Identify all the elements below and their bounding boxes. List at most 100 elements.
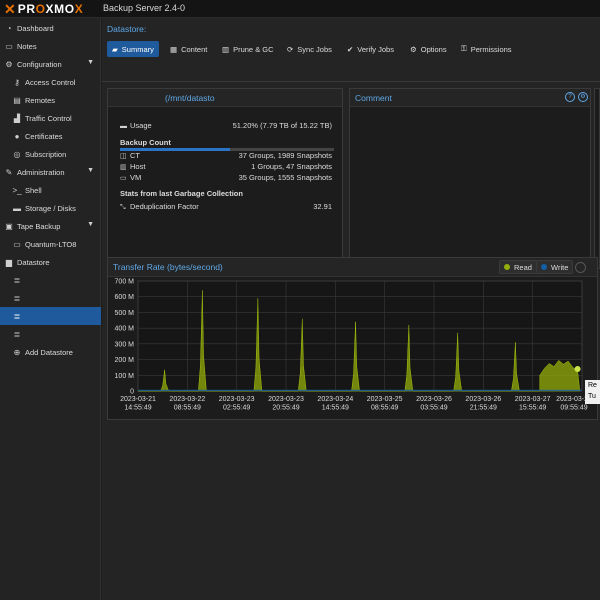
read-dot-icon <box>504 264 510 270</box>
y-tick-label: 400 M <box>115 326 135 333</box>
x-tick-label: 03:55:49 <box>420 405 447 412</box>
tab-verify-jobs[interactable]: ✔ Verify Jobs <box>342 41 399 57</box>
main-content: Datastore: ▰ Summary ▦ Content ▥ Prune & GC ⟳ S… <box>102 18 600 600</box>
y-tick-label: 0 <box>130 389 134 396</box>
sidebar-item-label: Datastore <box>17 257 50 267</box>
sidebar-item-datastore-14[interactable]: ≣ <box>0 271 101 289</box>
sidebar-item-datastore-15[interactable]: ≣ <box>0 289 101 307</box>
x-tick-label: 2023-03-23 <box>268 396 304 403</box>
sidebar-item-datastore-17[interactable]: ≣ <box>0 325 101 343</box>
comment-panel-header: Comment ? ⚙ <box>350 89 590 107</box>
sidebar-item-datastore[interactable]: ▆ Datastore <box>0 253 101 271</box>
tape-icon: ▣ <box>5 221 13 231</box>
building-icon: ▥ <box>120 164 127 171</box>
ct-value: 37 Groups, 1989 Snapshots <box>238 151 332 160</box>
tab-summary[interactable]: ▰ Summary <box>107 41 159 57</box>
x-tick-label: 14:55:49 <box>322 405 349 412</box>
legend-read[interactable]: Read <box>499 260 537 274</box>
terminal-icon: >_ <box>12 185 22 195</box>
y-tick-label: 500 M <box>115 310 135 317</box>
sidebar-item-configuration[interactable]: ⚙ Configuration ▼ <box>0 55 101 73</box>
offscreen-panel-edge <box>594 88 600 269</box>
sidebar-item-label: Shell <box>25 185 42 195</box>
tab-content[interactable]: ▦ Content <box>165 41 212 57</box>
chart-tooltip: Re Tu <box>585 380 600 404</box>
sidebar-item-label: Notes <box>17 41 37 51</box>
sidebar: ◔ Dashboard ▭ Notes ⚙ Configuration ▼ ⚷ Access C… <box>0 18 101 600</box>
chart-title: Transfer Rate (bytes/second) <box>113 262 223 272</box>
wrench-icon: ✎ <box>5 167 13 177</box>
chevron-down-icon[interactable]: ▼ <box>87 221 94 228</box>
tab-permissions[interactable]: ⚿ Permissions <box>456 41 517 57</box>
book-icon: ▰ <box>112 44 118 54</box>
sidebar-item-storage-disks[interactable]: ▬ Storage / Disks <box>0 199 101 217</box>
x-tick-label: 21:55:49 <box>470 405 497 412</box>
dedup-value: 32.91 <box>313 202 332 211</box>
x-tick-label: 2023-03-24 <box>317 396 353 403</box>
sidebar-item-add-datastore[interactable]: ⊕ Add Datastore <box>0 343 101 361</box>
desktop-icon: ▭ <box>120 175 127 182</box>
tab-label: Prune & GC <box>233 44 274 54</box>
x-tick-label: 20:55:49 <box>272 405 299 412</box>
sidebar-item-label: Certificates <box>25 131 63 141</box>
x-tick-label: 2023-03-26 <box>416 396 452 403</box>
edit-gear-icon[interactable]: ⚙ <box>578 92 588 102</box>
x-tick-label: 02:55:49 <box>223 405 250 412</box>
tab-label: Options <box>420 44 447 54</box>
hdd-icon: ▬ <box>120 123 127 130</box>
sidebar-item-label: Quantum-LTO8 <box>25 239 77 249</box>
sidebar-item-traffic-control[interactable]: ▟ Traffic Control <box>0 109 101 127</box>
sidebar-item-tape-backup[interactable]: ▣ Tape Backup ▼ <box>0 217 101 235</box>
sidebar-item-remotes[interactable]: ▤ Remotes <box>0 91 101 109</box>
sidebar-item-quantum-lto8[interactable]: ▭ Quantum-LTO8 <box>0 235 101 253</box>
gears-icon: ⚙ <box>5 59 13 69</box>
tab-sync-jobs[interactable]: ⟳ Sync Jobs <box>282 41 337 57</box>
database-icon: ≣ <box>13 311 21 321</box>
usage-row: ▬ Usage 51.20% (7.79 TB of 15.22 TB) <box>120 121 332 131</box>
tab-label: Sync Jobs <box>297 44 332 54</box>
top-bar: ✕ PROXMOX Backup Server 2.4-0 <box>0 0 600 18</box>
reset-zoom-icon[interactable] <box>575 262 586 273</box>
sidebar-item-datastore-16[interactable]: ≣ <box>0 307 101 325</box>
sidebar-item-access-control[interactable]: ⚷ Access Control <box>0 73 101 91</box>
help-icon[interactable]: ? <box>565 92 575 102</box>
x-tick-label: 2023-03-21 <box>120 396 156 403</box>
datastore-tabs: ▰ Summary ▦ Content ▥ Prune & GC ⟳ Sync Jobs ✔ Ve… <box>102 39 600 59</box>
database-icon: ≣ <box>13 329 21 339</box>
x-tick-label: 2023-03-22 <box>169 396 205 403</box>
sidebar-item-label: Traffic Control <box>25 113 72 123</box>
chart-panel-header: Transfer Rate (bytes/second) Read Write <box>108 258 597 277</box>
sidebar-item-administration[interactable]: ✎ Administration ▼ <box>0 163 101 181</box>
plus-circle-icon: ⊕ <box>13 347 21 357</box>
sidebar-item-certificates[interactable]: ● Certificates <box>0 127 101 145</box>
database-icon: ≣ <box>13 275 21 285</box>
logo-text: PROXMOX <box>17 2 84 16</box>
vm-row: ▭ VM 35 Groups, 1555 Snapshots <box>120 173 332 183</box>
x-tick-label: 2023-03-25 <box>367 396 403 403</box>
gear-icon: ⚙ <box>410 44 417 54</box>
sidebar-item-label: Administration <box>17 167 65 177</box>
chevron-down-icon[interactable]: ▼ <box>87 59 94 66</box>
database-icon: ≣ <box>13 293 21 303</box>
chevron-down-icon[interactable]: ▼ <box>87 167 94 174</box>
sidebar-item-notes[interactable]: ▭ Notes <box>0 37 101 55</box>
host-value: 1 Groups, 47 Snapshots <box>251 162 332 171</box>
server-icon: ▤ <box>13 95 21 105</box>
key-icon: ⚷ <box>14 77 20 87</box>
x-tick-label: 2023-03-26 <box>465 396 501 403</box>
ct-label: CT <box>130 151 140 160</box>
sidebar-item-subscription[interactable]: ◎ Subscription <box>0 145 101 163</box>
comment-title: Comment <box>355 93 392 103</box>
certificate-icon: ● <box>14 131 20 141</box>
sidebar-item-shell[interactable]: >_ Shell <box>0 181 101 199</box>
gc-stats-heading: Stats from last Garbage Collection <box>120 189 243 198</box>
sidebar-item-dashboard[interactable]: ◔ Dashboard <box>0 19 101 37</box>
legend-write[interactable]: Write <box>536 260 574 274</box>
notes-icon: ▭ <box>5 41 13 51</box>
archive-icon: ▆ <box>5 257 13 267</box>
sidebar-item-label: Tape Backup <box>17 221 61 231</box>
unlock-icon: ⚿ <box>461 44 467 53</box>
tab-prune-gc[interactable]: ▥ Prune & GC <box>217 41 279 57</box>
tab-options[interactable]: ⚙ Options <box>405 41 452 57</box>
sidebar-item-label: Access Control <box>25 77 76 87</box>
